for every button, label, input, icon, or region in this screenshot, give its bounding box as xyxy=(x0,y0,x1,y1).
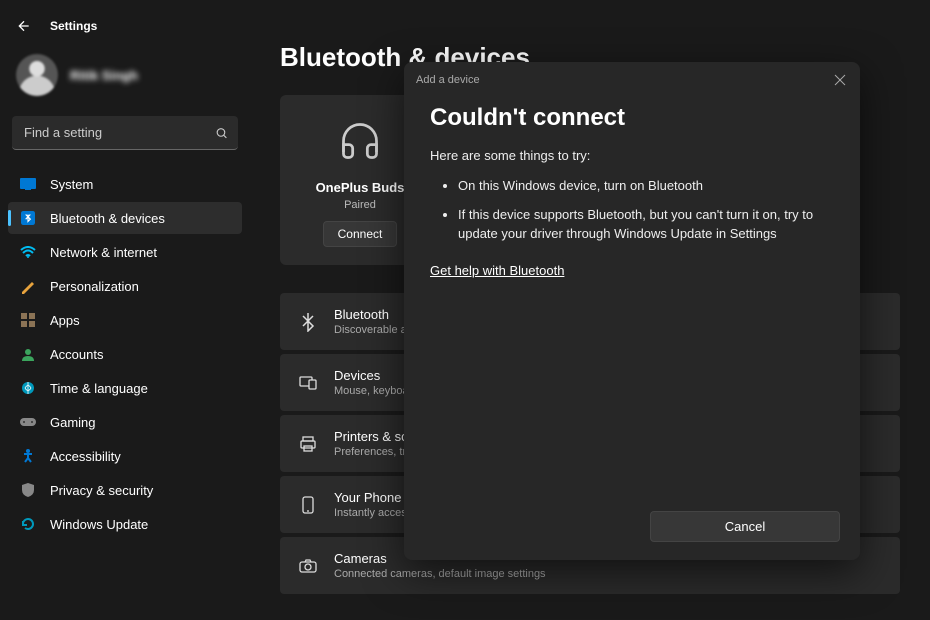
back-button[interactable] xyxy=(16,18,32,34)
accounts-icon xyxy=(20,346,36,362)
sidebar-item-label: Privacy & security xyxy=(50,483,153,498)
headphones-icon xyxy=(338,119,382,168)
avatar xyxy=(16,54,58,96)
help-link[interactable]: Get help with Bluetooth xyxy=(430,263,564,278)
setting-sub: Connected cameras, default image setting… xyxy=(334,568,546,580)
dialog-list: On this Windows device, turn on Bluetoot… xyxy=(430,177,834,244)
sidebar: Settings Ritik Singh System Bluetooth & … xyxy=(0,0,250,620)
connect-button[interactable]: Connect xyxy=(323,221,398,247)
sidebar-item-privacy[interactable]: Privacy & security xyxy=(8,474,242,506)
sidebar-item-apps[interactable]: Apps xyxy=(8,304,242,336)
search-input[interactable] xyxy=(12,116,238,150)
sidebar-item-time[interactable]: Time & language xyxy=(8,372,242,404)
personalization-icon xyxy=(20,278,36,294)
devices-icon xyxy=(298,373,318,393)
sidebar-item-label: Accounts xyxy=(50,347,103,362)
user-name: Ritik Singh xyxy=(70,68,138,83)
close-button[interactable] xyxy=(830,70,850,90)
user-profile[interactable]: Ritik Singh xyxy=(8,46,242,104)
sidebar-item-label: Bluetooth & devices xyxy=(50,211,165,226)
topbar: Settings xyxy=(8,14,242,46)
sidebar-item-label: System xyxy=(50,177,93,192)
search-icon xyxy=(215,127,228,140)
dialog-bullet: If this device supports Bluetooth, but y… xyxy=(458,206,834,244)
sidebar-item-bluetooth[interactable]: Bluetooth & devices xyxy=(8,202,242,234)
printer-icon xyxy=(298,434,318,454)
dialog-body: Couldn't connect Here are some things to… xyxy=(404,94,860,495)
network-icon xyxy=(20,244,36,260)
app-title: Settings xyxy=(50,19,97,33)
sidebar-item-network[interactable]: Network & internet xyxy=(8,236,242,268)
phone-icon xyxy=(298,495,318,515)
sidebar-item-label: Apps xyxy=(50,313,80,328)
dialog-bullet: On this Windows device, turn on Bluetoot… xyxy=(458,177,834,196)
sidebar-item-label: Accessibility xyxy=(50,449,121,464)
device-status: Paired xyxy=(344,199,376,211)
time-icon xyxy=(20,380,36,396)
dialog-header: Add a device xyxy=(404,62,860,94)
add-device-dialog: Add a device Couldn't connect Here are s… xyxy=(404,62,860,560)
search-wrap xyxy=(12,116,238,150)
dialog-title: Couldn't connect xyxy=(430,104,834,132)
sidebar-item-label: Personalization xyxy=(50,279,139,294)
sidebar-item-label: Time & language xyxy=(50,381,148,396)
privacy-icon xyxy=(20,482,36,498)
dialog-header-title: Add a device xyxy=(416,74,480,86)
update-icon xyxy=(20,516,36,532)
sidebar-item-gaming[interactable]: Gaming xyxy=(8,406,242,438)
dialog-intro: Here are some things to try: xyxy=(430,148,834,163)
sidebar-item-label: Gaming xyxy=(50,415,96,430)
system-icon xyxy=(20,176,36,192)
sidebar-item-accessibility[interactable]: Accessibility xyxy=(8,440,242,472)
camera-icon xyxy=(298,556,318,576)
sidebar-item-label: Windows Update xyxy=(50,517,148,532)
dialog-footer: Cancel xyxy=(404,495,860,560)
apps-icon xyxy=(20,312,36,328)
sidebar-item-label: Network & internet xyxy=(50,245,157,260)
bluetooth-icon xyxy=(298,312,318,332)
device-name: OnePlus Buds xyxy=(316,180,405,195)
bluetooth-icon xyxy=(20,210,36,226)
accessibility-icon xyxy=(20,448,36,464)
sidebar-item-update[interactable]: Windows Update xyxy=(8,508,242,540)
cancel-button[interactable]: Cancel xyxy=(650,511,840,542)
nav: System Bluetooth & devices Network & int… xyxy=(8,168,242,540)
sidebar-item-personalization[interactable]: Personalization xyxy=(8,270,242,302)
sidebar-item-system[interactable]: System xyxy=(8,168,242,200)
gaming-icon xyxy=(20,414,36,430)
sidebar-item-accounts[interactable]: Accounts xyxy=(8,338,242,370)
